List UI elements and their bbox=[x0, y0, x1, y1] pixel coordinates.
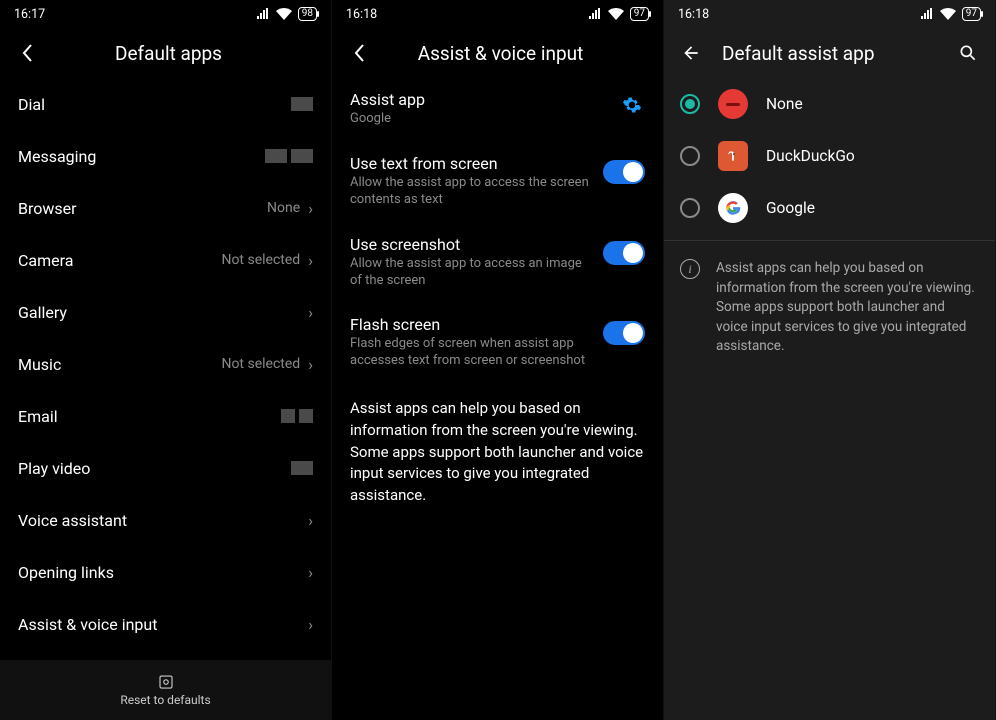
row-voice-assistant[interactable]: Voice assistant › bbox=[0, 494, 331, 546]
chevron-right-icon: › bbox=[308, 615, 313, 634]
default-apps-list: Dial Messaging Browser None › Camera Not… bbox=[0, 78, 331, 660]
duckduckgo-icon bbox=[718, 141, 748, 171]
option-google[interactable]: Google bbox=[664, 182, 995, 234]
google-icon bbox=[718, 193, 748, 223]
flash-screen-row[interactable]: Flash screen Flash edges of screen when … bbox=[332, 303, 663, 384]
radio-icon bbox=[680, 146, 700, 166]
radio-icon bbox=[680, 94, 700, 114]
gear-icon[interactable] bbox=[619, 92, 645, 118]
app-icon-placeholder bbox=[281, 409, 295, 423]
reset-to-defaults-button[interactable]: Reset to defaults bbox=[0, 660, 331, 720]
row-camera[interactable]: Camera Not selected › bbox=[0, 234, 331, 286]
status-bar: 16:18 97 bbox=[332, 0, 663, 28]
battery-icon: 98 bbox=[298, 7, 317, 21]
row-gallery[interactable]: Gallery › bbox=[0, 286, 331, 338]
row-play-video[interactable]: Play video bbox=[0, 442, 331, 494]
chevron-right-icon: › bbox=[308, 303, 313, 322]
option-none[interactable]: None bbox=[664, 78, 995, 130]
pane-assist-voice-input: 16:18 97 Assist & voice input Assist app… bbox=[332, 0, 664, 720]
divider bbox=[664, 240, 995, 241]
pane-default-apps: 16:17 98 Default apps Dial Messaging Bro… bbox=[0, 0, 332, 720]
status-bar: 16:17 98 bbox=[0, 0, 331, 28]
signal-icon bbox=[588, 8, 602, 20]
toggle-use-screenshot[interactable] bbox=[603, 241, 645, 265]
search-button[interactable] bbox=[955, 40, 981, 66]
header: Default assist app bbox=[664, 28, 995, 78]
status-time: 16:18 bbox=[678, 7, 709, 22]
page-title: Assist & voice input bbox=[352, 42, 649, 65]
battery-icon: 97 bbox=[962, 7, 981, 21]
row-music[interactable]: Music Not selected › bbox=[0, 338, 331, 390]
signal-icon bbox=[256, 8, 270, 20]
option-duckduckgo[interactable]: DuckDuckGo bbox=[664, 130, 995, 182]
page-title: Default assist app bbox=[704, 42, 955, 65]
row-email[interactable]: Email bbox=[0, 390, 331, 442]
status-bar: 16:18 97 bbox=[664, 0, 995, 28]
assist-app-row[interactable]: Assist app Google bbox=[332, 78, 663, 142]
chevron-right-icon: › bbox=[308, 251, 313, 270]
page-title: Default apps bbox=[20, 42, 317, 65]
status-icons: 98 bbox=[256, 7, 317, 21]
row-messaging[interactable]: Messaging bbox=[0, 130, 331, 182]
wifi-icon bbox=[608, 8, 624, 20]
info-icon: i bbox=[680, 259, 700, 279]
chevron-right-icon: › bbox=[308, 355, 313, 374]
header: Default apps bbox=[0, 28, 331, 78]
wifi-icon bbox=[276, 8, 292, 20]
radio-icon bbox=[680, 198, 700, 218]
app-icon-placeholder bbox=[299, 409, 313, 423]
row-opening-links[interactable]: Opening links › bbox=[0, 546, 331, 598]
use-screenshot-row[interactable]: Use screenshot Allow the assist app to a… bbox=[332, 223, 663, 304]
row-dial[interactable]: Dial bbox=[0, 78, 331, 130]
status-time: 16:17 bbox=[14, 7, 45, 22]
toggle-use-text[interactable] bbox=[603, 160, 645, 184]
toggle-flash-screen[interactable] bbox=[603, 321, 645, 345]
app-icon-placeholder bbox=[265, 149, 287, 163]
use-text-from-screen-row[interactable]: Use text from screen Allow the assist ap… bbox=[332, 142, 663, 223]
signal-icon bbox=[920, 8, 934, 20]
status-icons: 97 bbox=[920, 7, 981, 21]
back-button[interactable] bbox=[678, 40, 704, 66]
status-icons: 97 bbox=[588, 7, 649, 21]
none-icon bbox=[718, 89, 748, 119]
chevron-right-icon: › bbox=[308, 511, 313, 530]
assist-description: Assist apps can help you based on inform… bbox=[332, 384, 663, 521]
chevron-right-icon: › bbox=[308, 199, 313, 218]
app-icon-placeholder bbox=[291, 97, 313, 111]
app-icon-placeholder bbox=[291, 461, 313, 475]
status-time: 16:18 bbox=[346, 7, 377, 22]
row-browser[interactable]: Browser None › bbox=[0, 182, 331, 234]
app-icon-placeholder bbox=[291, 149, 313, 163]
header: Assist & voice input bbox=[332, 28, 663, 78]
pane-default-assist-app: 16:18 97 Default assist app None DuckDuc… bbox=[664, 0, 996, 720]
reset-icon bbox=[157, 673, 175, 691]
row-assist-voice-input[interactable]: Assist & voice input › bbox=[0, 598, 331, 650]
battery-icon: 97 bbox=[630, 7, 649, 21]
chevron-right-icon: › bbox=[308, 563, 313, 582]
wifi-icon bbox=[940, 8, 956, 20]
info-section: i Assist apps can help you based on info… bbox=[664, 247, 995, 369]
